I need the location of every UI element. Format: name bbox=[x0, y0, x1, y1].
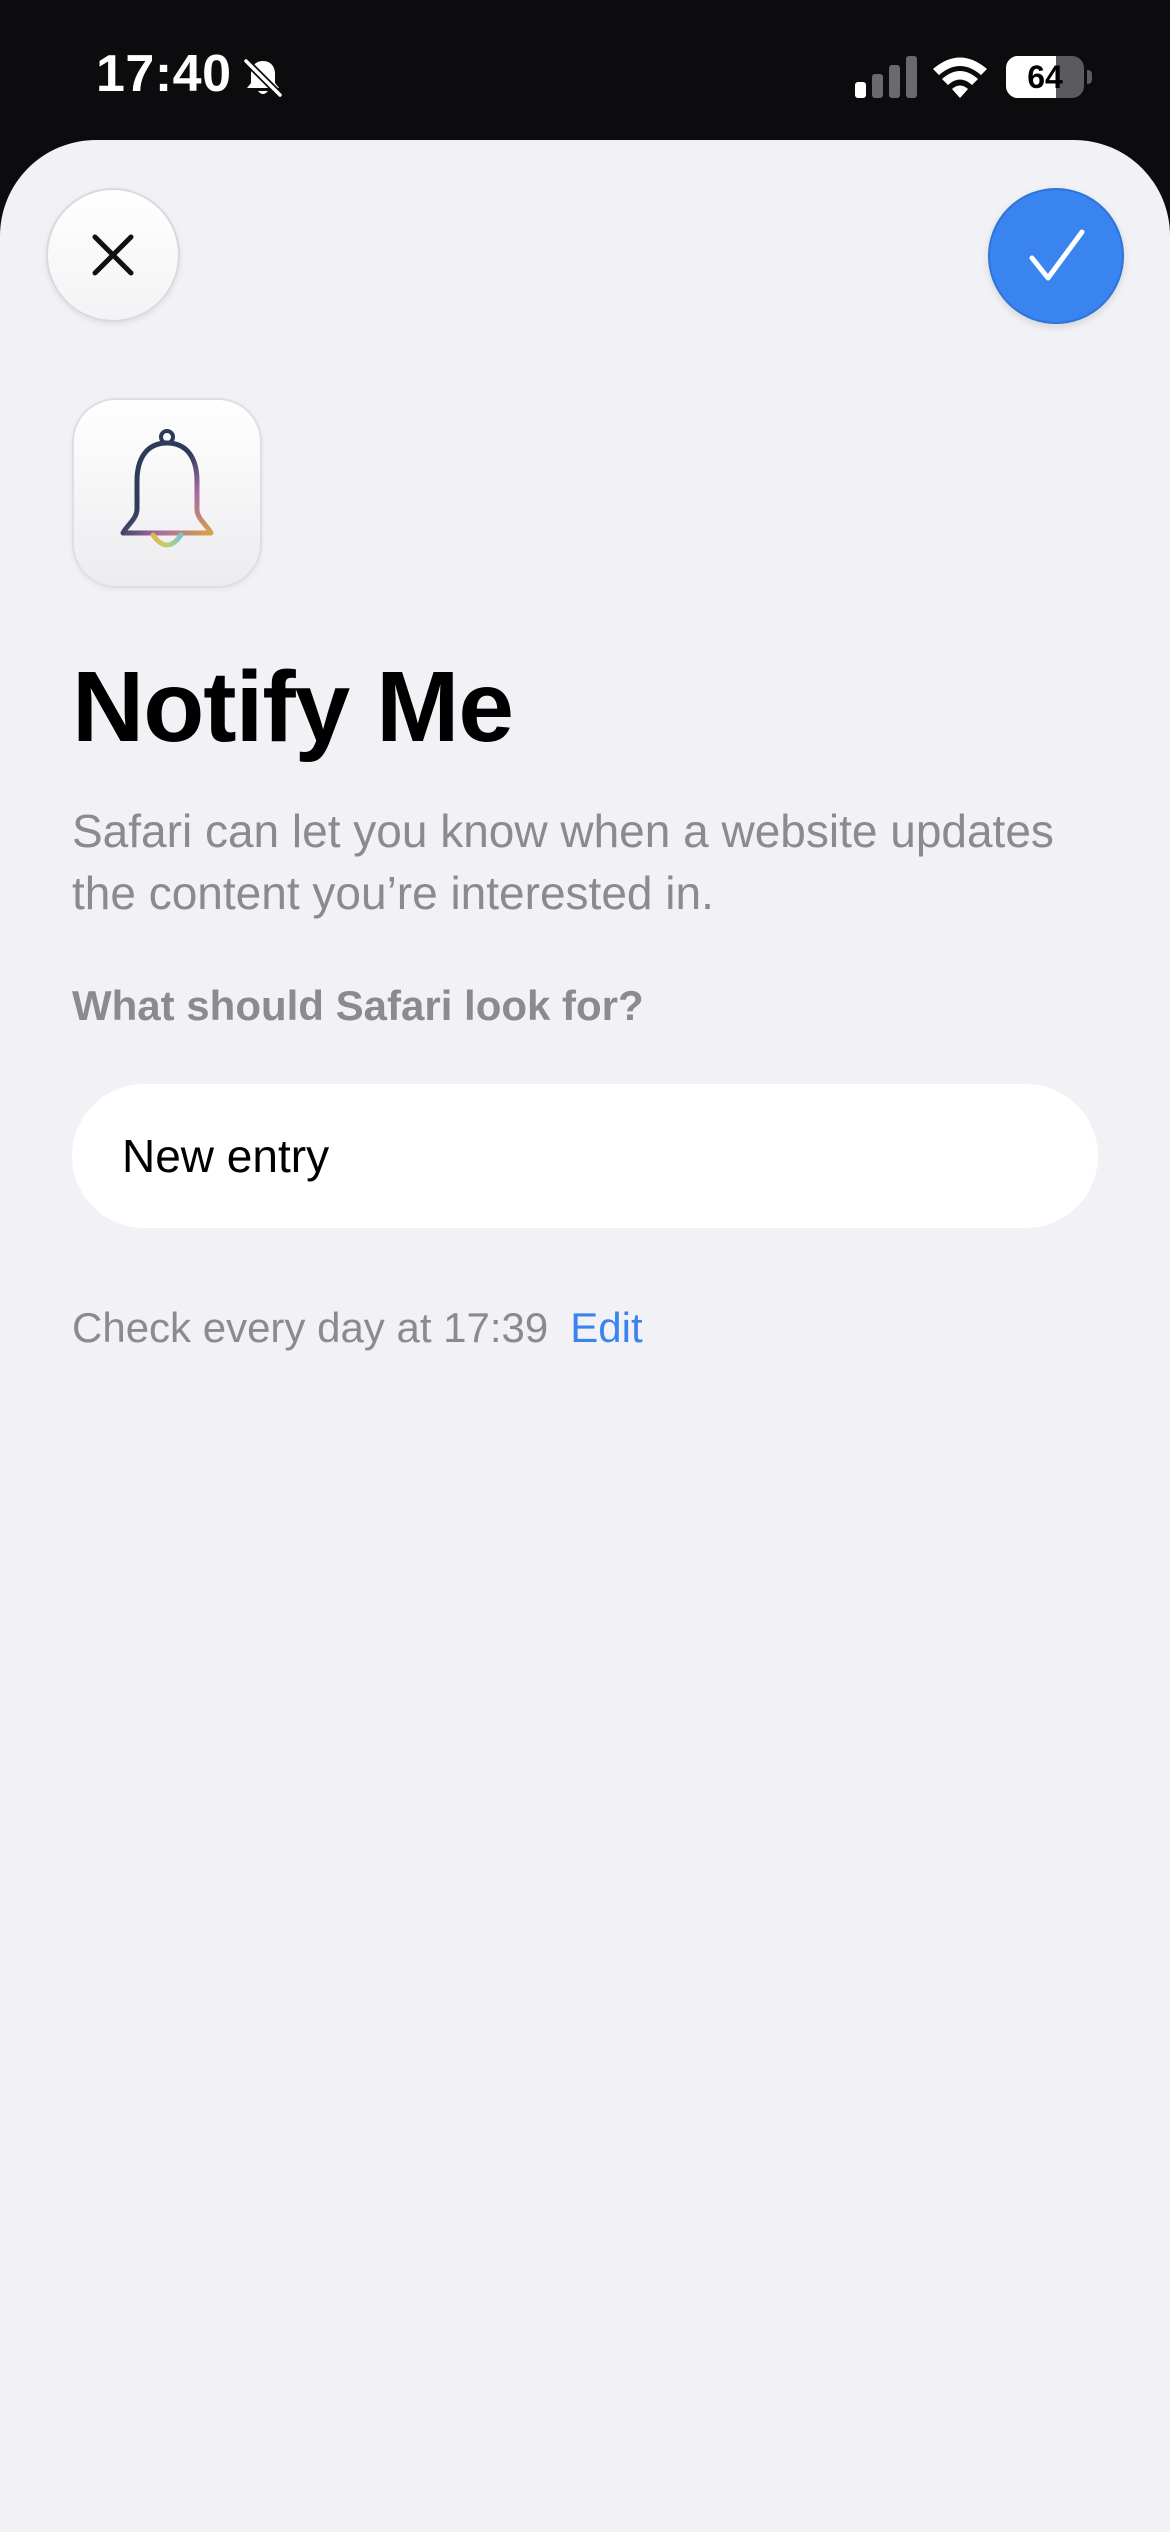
look-for-input[interactable] bbox=[122, 1129, 1022, 1183]
close-button[interactable] bbox=[46, 188, 180, 322]
app-icon bbox=[72, 398, 262, 588]
cellular-signal-icon bbox=[855, 56, 917, 98]
status-time: 17:40 bbox=[96, 45, 232, 103]
xmark-icon bbox=[92, 234, 134, 276]
schedule-row: Check every day at 17:39 Edit bbox=[72, 1304, 643, 1352]
wifi-icon bbox=[933, 57, 987, 98]
checkmark-icon bbox=[1029, 229, 1085, 281]
bell-slash-icon bbox=[242, 57, 284, 99]
battery-level: 64 bbox=[1027, 59, 1063, 95]
question-label: What should Safari look for? bbox=[72, 982, 644, 1029]
confirm-button[interactable] bbox=[988, 188, 1124, 324]
status-bar: 17:40 64 bbox=[0, 0, 1170, 140]
look-for-field[interactable] bbox=[72, 1084, 1098, 1228]
notify-me-sheet: Notify Me Safari can let you know when a… bbox=[0, 140, 1170, 2532]
edit-link[interactable]: Edit bbox=[570, 1304, 642, 1351]
battery-icon: 64 bbox=[1006, 56, 1092, 98]
page-title: Notify Me bbox=[72, 651, 514, 763]
description-text: Safari can let you know when a website u… bbox=[72, 805, 1054, 919]
bell-icon bbox=[120, 429, 214, 548]
schedule-text: Check every day at 17:39 bbox=[72, 1304, 549, 1351]
